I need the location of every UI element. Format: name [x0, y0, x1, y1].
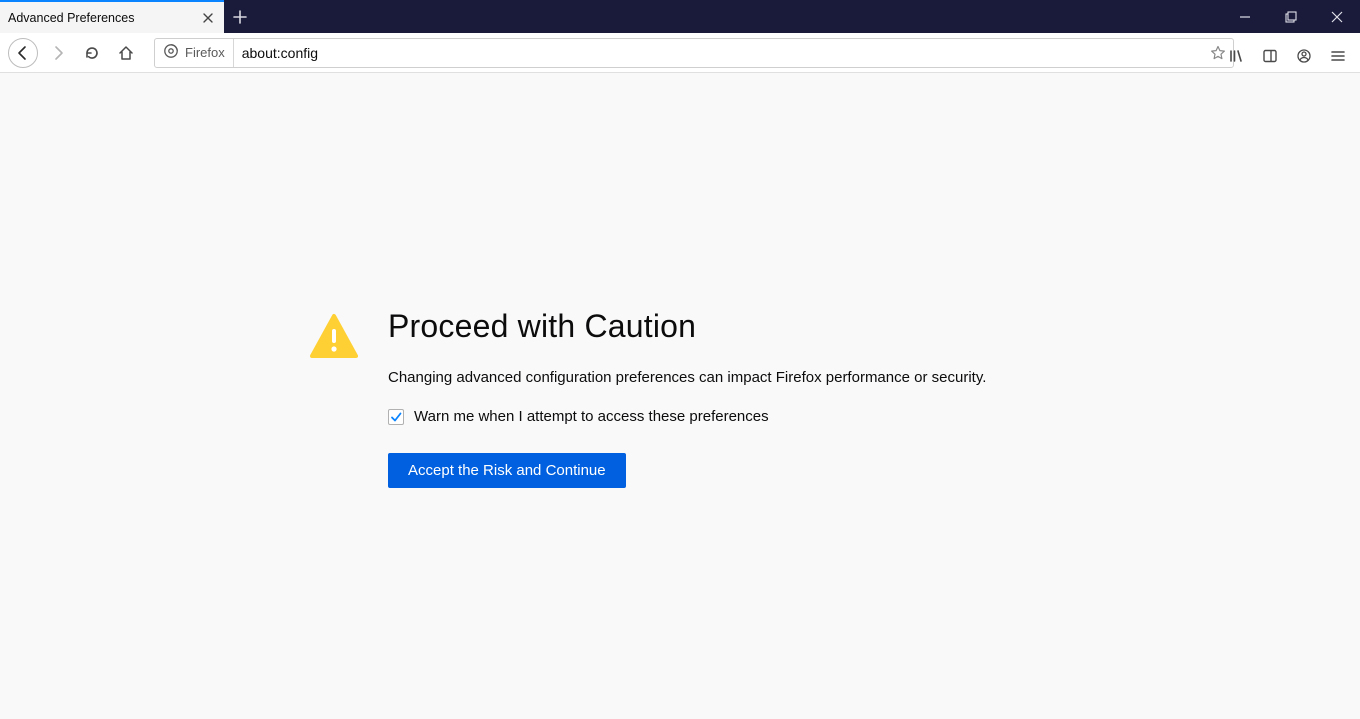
tab-title: Advanced Preferences [8, 11, 200, 25]
warn-checkbox[interactable] [388, 409, 404, 425]
home-button[interactable] [110, 38, 142, 68]
new-tab-button[interactable] [224, 0, 256, 33]
warning-description: Changing advanced configuration preferen… [388, 369, 1050, 386]
identity-label: Firefox [185, 45, 225, 60]
tab-strip: Advanced Preferences [0, 0, 256, 33]
warning-triangle-icon [310, 312, 358, 360]
warning-panel: Proceed with Caution Changing advanced c… [310, 308, 1050, 488]
active-tab[interactable]: Advanced Preferences [0, 0, 224, 33]
titlebar: Advanced Preferences [0, 0, 1360, 33]
account-button[interactable] [1288, 41, 1320, 71]
app-menu-button[interactable] [1322, 41, 1354, 71]
minimize-button[interactable] [1222, 0, 1268, 33]
maximize-button[interactable] [1268, 0, 1314, 33]
warning-title: Proceed with Caution [388, 308, 1050, 345]
firefox-logo-icon [163, 43, 179, 62]
forward-button[interactable] [42, 38, 74, 68]
url-bar[interactable]: Firefox [154, 38, 1234, 68]
identity-box[interactable]: Firefox [155, 39, 234, 67]
accept-risk-button[interactable]: Accept the Risk and Continue [388, 453, 626, 488]
warn-checkbox-row[interactable]: Warn me when I attempt to access these p… [388, 408, 1050, 425]
nav-toolbar: Firefox [0, 33, 1360, 73]
titlebar-drag-area[interactable] [256, 0, 1222, 33]
warn-checkbox-label: Warn me when I attempt to access these p… [414, 408, 769, 425]
toolbar-right [1220, 36, 1354, 76]
library-button[interactable] [1220, 41, 1252, 71]
page-content: Proceed with Caution Changing advanced c… [0, 73, 1360, 719]
reload-button[interactable] [76, 38, 108, 68]
sidebar-button[interactable] [1254, 41, 1286, 71]
url-input[interactable] [234, 39, 1203, 67]
close-tab-icon[interactable] [200, 10, 216, 26]
back-button[interactable] [6, 38, 40, 68]
window-controls [1222, 0, 1360, 33]
close-window-button[interactable] [1314, 0, 1360, 33]
warning-body: Proceed with Caution Changing advanced c… [388, 308, 1050, 488]
